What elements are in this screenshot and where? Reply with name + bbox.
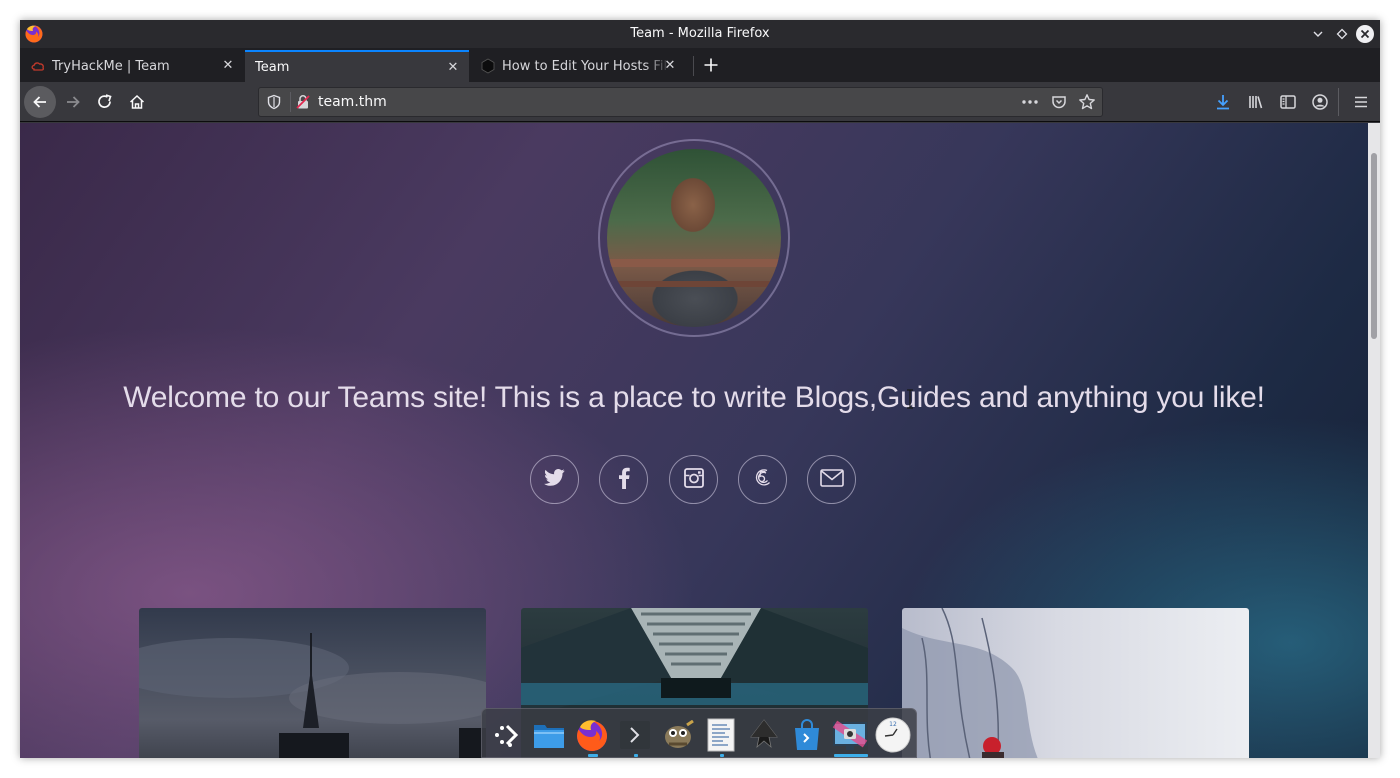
insecure-connection-lock-icon[interactable]	[294, 93, 312, 111]
sidebar-toggle-icon[interactable]	[1278, 92, 1298, 112]
reload-button[interactable]	[89, 86, 121, 118]
file-manager-icon[interactable]	[531, 717, 567, 753]
tab-separator	[693, 56, 694, 76]
avatar-photo-detail	[607, 281, 781, 287]
bookmark-star-icon[interactable]	[1078, 93, 1096, 111]
inkscape-icon[interactable]	[746, 717, 782, 753]
running-indicator	[588, 754, 598, 757]
hamburger-menu-icon[interactable]	[1351, 92, 1371, 112]
twitter-button[interactable]	[530, 455, 579, 504]
maximize-button[interactable]	[1332, 24, 1352, 44]
screenshot-icon[interactable]	[832, 717, 868, 753]
url-bar[interactable]: team.thm	[258, 87, 1103, 117]
account-icon[interactable]	[1310, 92, 1330, 112]
facebook-button[interactable]	[599, 455, 648, 504]
running-indicator	[834, 754, 868, 757]
tracking-protection-shield-icon[interactable]	[265, 93, 283, 111]
close-tab-icon[interactable]: ✕	[662, 57, 678, 73]
downloads-icon[interactable]	[1213, 92, 1233, 112]
blog-card-image[interactable]	[139, 608, 486, 758]
avatar-photo-detail	[607, 259, 781, 267]
software-store-icon[interactable]	[789, 717, 825, 753]
tab-label: How to Edit Your Hosts File	[502, 58, 670, 74]
page-actions-menu-icon[interactable]	[1021, 93, 1039, 111]
title-bar: Team - Mozilla Firefox	[20, 20, 1380, 48]
instagram-button[interactable]	[669, 455, 718, 504]
close-window-button[interactable]	[1355, 24, 1375, 44]
text-cursor-icon	[906, 389, 914, 409]
close-tab-icon[interactable]: ✕	[220, 57, 236, 73]
500px-icon	[753, 467, 773, 493]
tab-hosts-file[interactable]: How to Edit Your Hosts File ✕	[470, 50, 686, 82]
envelope-icon	[819, 468, 844, 491]
scrollbar-thumb[interactable]	[1371, 153, 1377, 339]
tab-team[interactable]: Team ✕	[245, 50, 469, 82]
minimize-button[interactable]	[1308, 24, 1328, 44]
tab-label: Team	[255, 59, 290, 75]
page-content: Welcome to our Teams site! This is a pla…	[20, 123, 1368, 758]
avatar	[607, 149, 781, 327]
navigation-bar: team.thm	[20, 82, 1380, 122]
urlbar-separator	[290, 92, 291, 112]
text-editor-icon[interactable]	[703, 717, 739, 753]
app-launcher-icon[interactable]	[488, 717, 524, 753]
terminal-icon[interactable]	[617, 717, 653, 753]
desktop: Team - Mozilla Firefox TryHackMe | Team …	[0, 0, 1400, 778]
close-tab-icon[interactable]: ✕	[445, 59, 461, 75]
gimp-icon[interactable]	[660, 717, 696, 753]
tab-label: TryHackMe | Team	[52, 58, 170, 74]
tab-tryhackme[interactable]: TryHackMe | Team ✕	[20, 50, 244, 82]
page-scrollbar[interactable]	[1368, 123, 1380, 758]
new-tab-button[interactable]	[700, 54, 722, 76]
tab-strip: TryHackMe | Team ✕ Team ✕ How to Edit Yo…	[20, 48, 1380, 82]
twitter-icon	[543, 468, 566, 492]
facebook-icon	[618, 467, 630, 493]
window-title: Team - Mozilla Firefox	[630, 26, 770, 41]
toolbar-separator	[1338, 88, 1339, 116]
email-button[interactable]	[807, 455, 856, 504]
clock-icon[interactable]: 12	[875, 717, 911, 753]
library-icon[interactable]	[1246, 92, 1266, 112]
500px-button[interactable]	[738, 455, 787, 504]
url-text[interactable]: team.thm	[318, 88, 387, 116]
pocket-icon[interactable]	[1050, 93, 1068, 111]
back-button[interactable]	[24, 86, 56, 118]
firefox-icon[interactable]	[574, 717, 610, 753]
clock-label: 12	[889, 721, 897, 728]
forward-button[interactable]	[57, 86, 89, 118]
city-tower-photo	[139, 633, 486, 758]
running-indicator	[634, 754, 638, 757]
instagram-icon	[683, 467, 704, 492]
browser-window: Team - Mozilla Firefox TryHackMe | Team …	[20, 20, 1380, 758]
hexagon-favicon-icon	[480, 58, 496, 74]
tryhackme-favicon-icon	[30, 58, 46, 74]
running-indicator	[720, 754, 724, 757]
blog-card-image[interactable]	[902, 608, 1249, 758]
dock: 12	[481, 708, 917, 758]
home-button[interactable]	[121, 86, 153, 118]
snowy-forest-photo	[902, 608, 1038, 758]
welcome-heading: Welcome to our Teams site! This is a pla…	[123, 381, 1265, 414]
